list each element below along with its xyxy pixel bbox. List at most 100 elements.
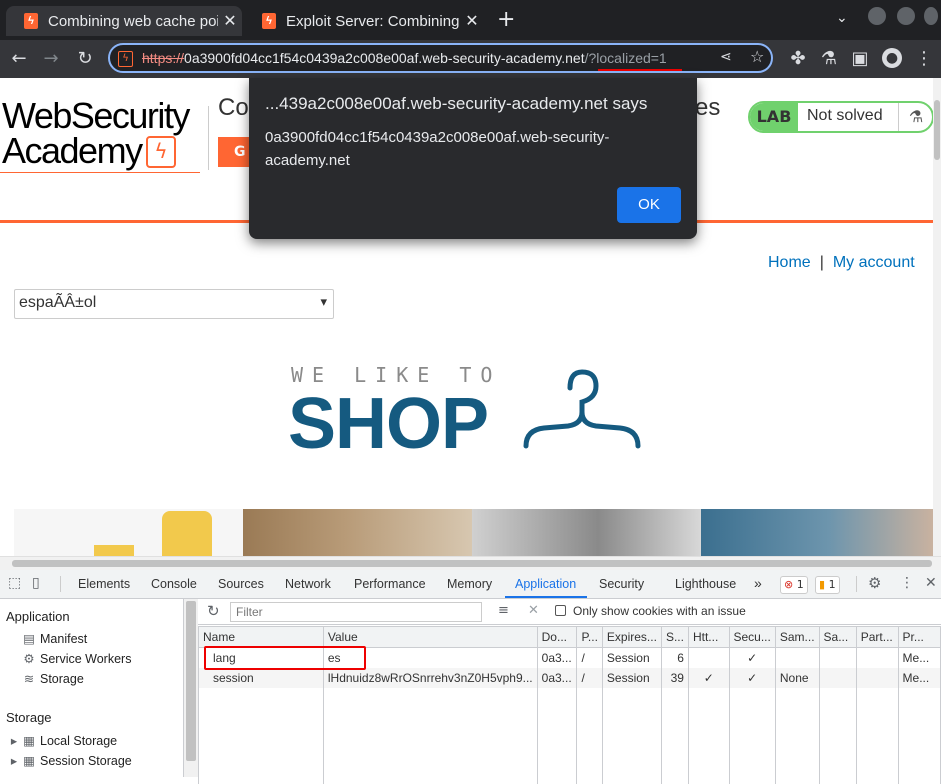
tab-combining-web-cache[interactable]: ϟ Combining web cache poi ✕	[6, 6, 242, 36]
sidebar-item-storage[interactable]: ≋ Storage	[22, 671, 84, 686]
extensions-puzzle-icon[interactable]: ✤	[787, 48, 809, 70]
inspect-element-icon[interactable]: ⬚	[8, 575, 21, 591]
shop-logo-word: SHOP	[288, 384, 489, 464]
cookie-domain: 0a3...	[536, 668, 578, 688]
dialog-ok-button[interactable]: OK	[617, 187, 681, 223]
expand-arrow-icon: ▸	[10, 734, 18, 748]
browser-tab-strip: ϟ Combining web cache poi ✕ ϟ Exploit Se…	[0, 0, 941, 40]
lab-title-fragment-end: es	[695, 94, 721, 121]
cookies-filter-bar: ↻ Filter ≡ ✕ Only show cookies with an i…	[198, 599, 941, 625]
cookie-path: /	[576, 647, 603, 668]
page-horizontal-scrollbar[interactable]	[0, 556, 941, 570]
cookie-samesite	[774, 647, 820, 668]
column-header[interactable]: Pr...	[897, 626, 941, 648]
error-count-badge[interactable]: ⊗ 1	[780, 576, 808, 594]
sidebar-item-manifest[interactable]: ▤ Manifest	[22, 631, 87, 646]
back-arrow-icon[interactable]: ←	[8, 48, 30, 70]
sidebar-scrollbar[interactable]	[184, 599, 198, 777]
maximize-button[interactable]	[897, 7, 915, 25]
home-link[interactable]: Home	[768, 254, 811, 271]
scrollbar-thumb[interactable]	[12, 560, 932, 567]
tab-search-chevron-icon[interactable]: ⌄	[836, 10, 848, 26]
profile-avatar-icon[interactable]: ●	[882, 48, 902, 68]
application-sidebar: Application ▤ Manifest ⚙ Service Workers ≋…	[0, 599, 184, 777]
language-select[interactable]: espaÃÂ±ol ▾	[14, 289, 334, 319]
devtools-tab-console[interactable]: Console	[151, 577, 197, 591]
more-tabs-icon[interactable]: »	[754, 575, 762, 591]
column-header[interactable]: Htt...	[687, 626, 730, 648]
new-tab-plus-icon[interactable]: +	[497, 9, 515, 31]
close-devtools-icon[interactable]: ✕	[925, 575, 937, 591]
column-header[interactable]: P...	[576, 626, 603, 648]
logo-text-line2: Academy	[2, 130, 143, 171]
product-image[interactable]	[701, 509, 933, 556]
devtools-tab-memory[interactable]: Memory	[447, 577, 492, 591]
table-row-empty	[198, 688, 941, 784]
column-header[interactable]: Value	[322, 626, 538, 648]
product-image-sign	[94, 545, 134, 556]
column-header[interactable]: Name	[198, 626, 324, 648]
devtools-tab-network[interactable]: Network	[285, 577, 331, 591]
refresh-icon[interactable]: ↻	[207, 602, 220, 620]
column-header[interactable]: Part...	[855, 626, 899, 648]
column-header[interactable]: Sam...	[774, 626, 820, 648]
product-image[interactable]	[243, 509, 472, 556]
reload-icon[interactable]: ↻	[74, 48, 96, 70]
only-issue-label: Only show cookies with an issue	[573, 604, 746, 618]
scrollbar-thumb[interactable]	[186, 601, 196, 761]
product-image[interactable]	[14, 509, 243, 556]
cookie-expires: Session	[601, 668, 662, 688]
grid-icon: ▦	[23, 734, 35, 748]
sidebar-item-session-storage[interactable]: ▸ ▦ Session Storage	[10, 753, 132, 768]
only-issue-checkbox[interactable]	[555, 605, 566, 616]
close-window-button[interactable]	[924, 7, 938, 25]
forward-arrow-icon[interactable]: →	[40, 48, 62, 70]
tab-exploit-server[interactable]: ϟ Exploit Server: Combining ✕	[244, 6, 484, 36]
minimize-button[interactable]	[868, 7, 886, 25]
page-vertical-scrollbar[interactable]	[933, 78, 941, 556]
devtools-tab-performance[interactable]: Performance	[354, 577, 426, 591]
clear-filtered-icon[interactable]: ≡	[498, 603, 509, 618]
devtools-menu-icon[interactable]: ⋮	[900, 575, 914, 591]
product-image[interactable]	[472, 509, 701, 556]
logo-text-line1: WebSecurity	[2, 95, 190, 136]
cookie-filter-input[interactable]: Filter	[230, 602, 482, 622]
column-header[interactable]: Do...	[536, 626, 578, 648]
tab-close-icon[interactable]: ✕	[460, 11, 484, 31]
sidebar-header-storage: Storage	[6, 710, 52, 725]
product-image-sign	[162, 511, 212, 556]
delete-selected-icon[interactable]: ✕	[528, 603, 539, 618]
header-divider	[208, 106, 209, 170]
issue-count: 1	[828, 578, 836, 591]
cookie-name: session	[198, 668, 324, 688]
devtools-tab-security[interactable]: Security	[599, 577, 644, 591]
cookie-priority: Me...	[897, 647, 941, 668]
table-row[interactable]: session lHdnuidz8wRrOSnrrehv3nZ0H5vph9..…	[198, 668, 941, 688]
logo-underline	[0, 172, 200, 173]
column-header[interactable]: Expires...	[601, 626, 662, 648]
browser-menu-icon[interactable]: ⋮	[913, 48, 935, 70]
go-to-exploit-server-button[interactable]: G	[218, 137, 250, 167]
tab-title: Exploit Server: Combining	[286, 12, 460, 30]
sidebar-item-service-workers[interactable]: ⚙ Service Workers	[22, 651, 131, 666]
column-header[interactable]: Secu...	[728, 626, 776, 648]
my-account-link[interactable]: My account	[833, 254, 915, 271]
lab-favicon-icon: ϟ	[24, 13, 38, 29]
column-header[interactable]: S...	[660, 626, 689, 648]
bookmark-star-icon[interactable]: ☆	[750, 47, 764, 66]
scrollbar-thumb[interactable]	[934, 100, 940, 160]
tab-close-icon[interactable]: ✕	[218, 11, 242, 31]
devtools-tab-lighthouse[interactable]: Lighthouse	[675, 577, 736, 591]
gear-icon[interactable]: ⚙	[868, 574, 881, 592]
share-icon[interactable]: ⋖	[720, 49, 732, 65]
sidebar-header-application: Application	[6, 609, 70, 624]
devtools-tab-application[interactable]: Application	[515, 577, 576, 591]
column-header[interactable]: Sa...	[818, 626, 857, 648]
sidebar-item-local-storage[interactable]: ▸ ▦ Local Storage	[10, 733, 117, 748]
issue-count-badge[interactable]: ▮ 1	[815, 576, 840, 594]
device-toolbar-icon[interactable]: ▯	[32, 575, 40, 591]
side-panel-icon[interactable]: ▣	[849, 48, 871, 70]
lab-flask-icon[interactable]: ⚗	[818, 48, 840, 70]
devtools-tab-elements[interactable]: Elements	[78, 577, 130, 591]
devtools-tab-sources[interactable]: Sources	[218, 577, 264, 591]
